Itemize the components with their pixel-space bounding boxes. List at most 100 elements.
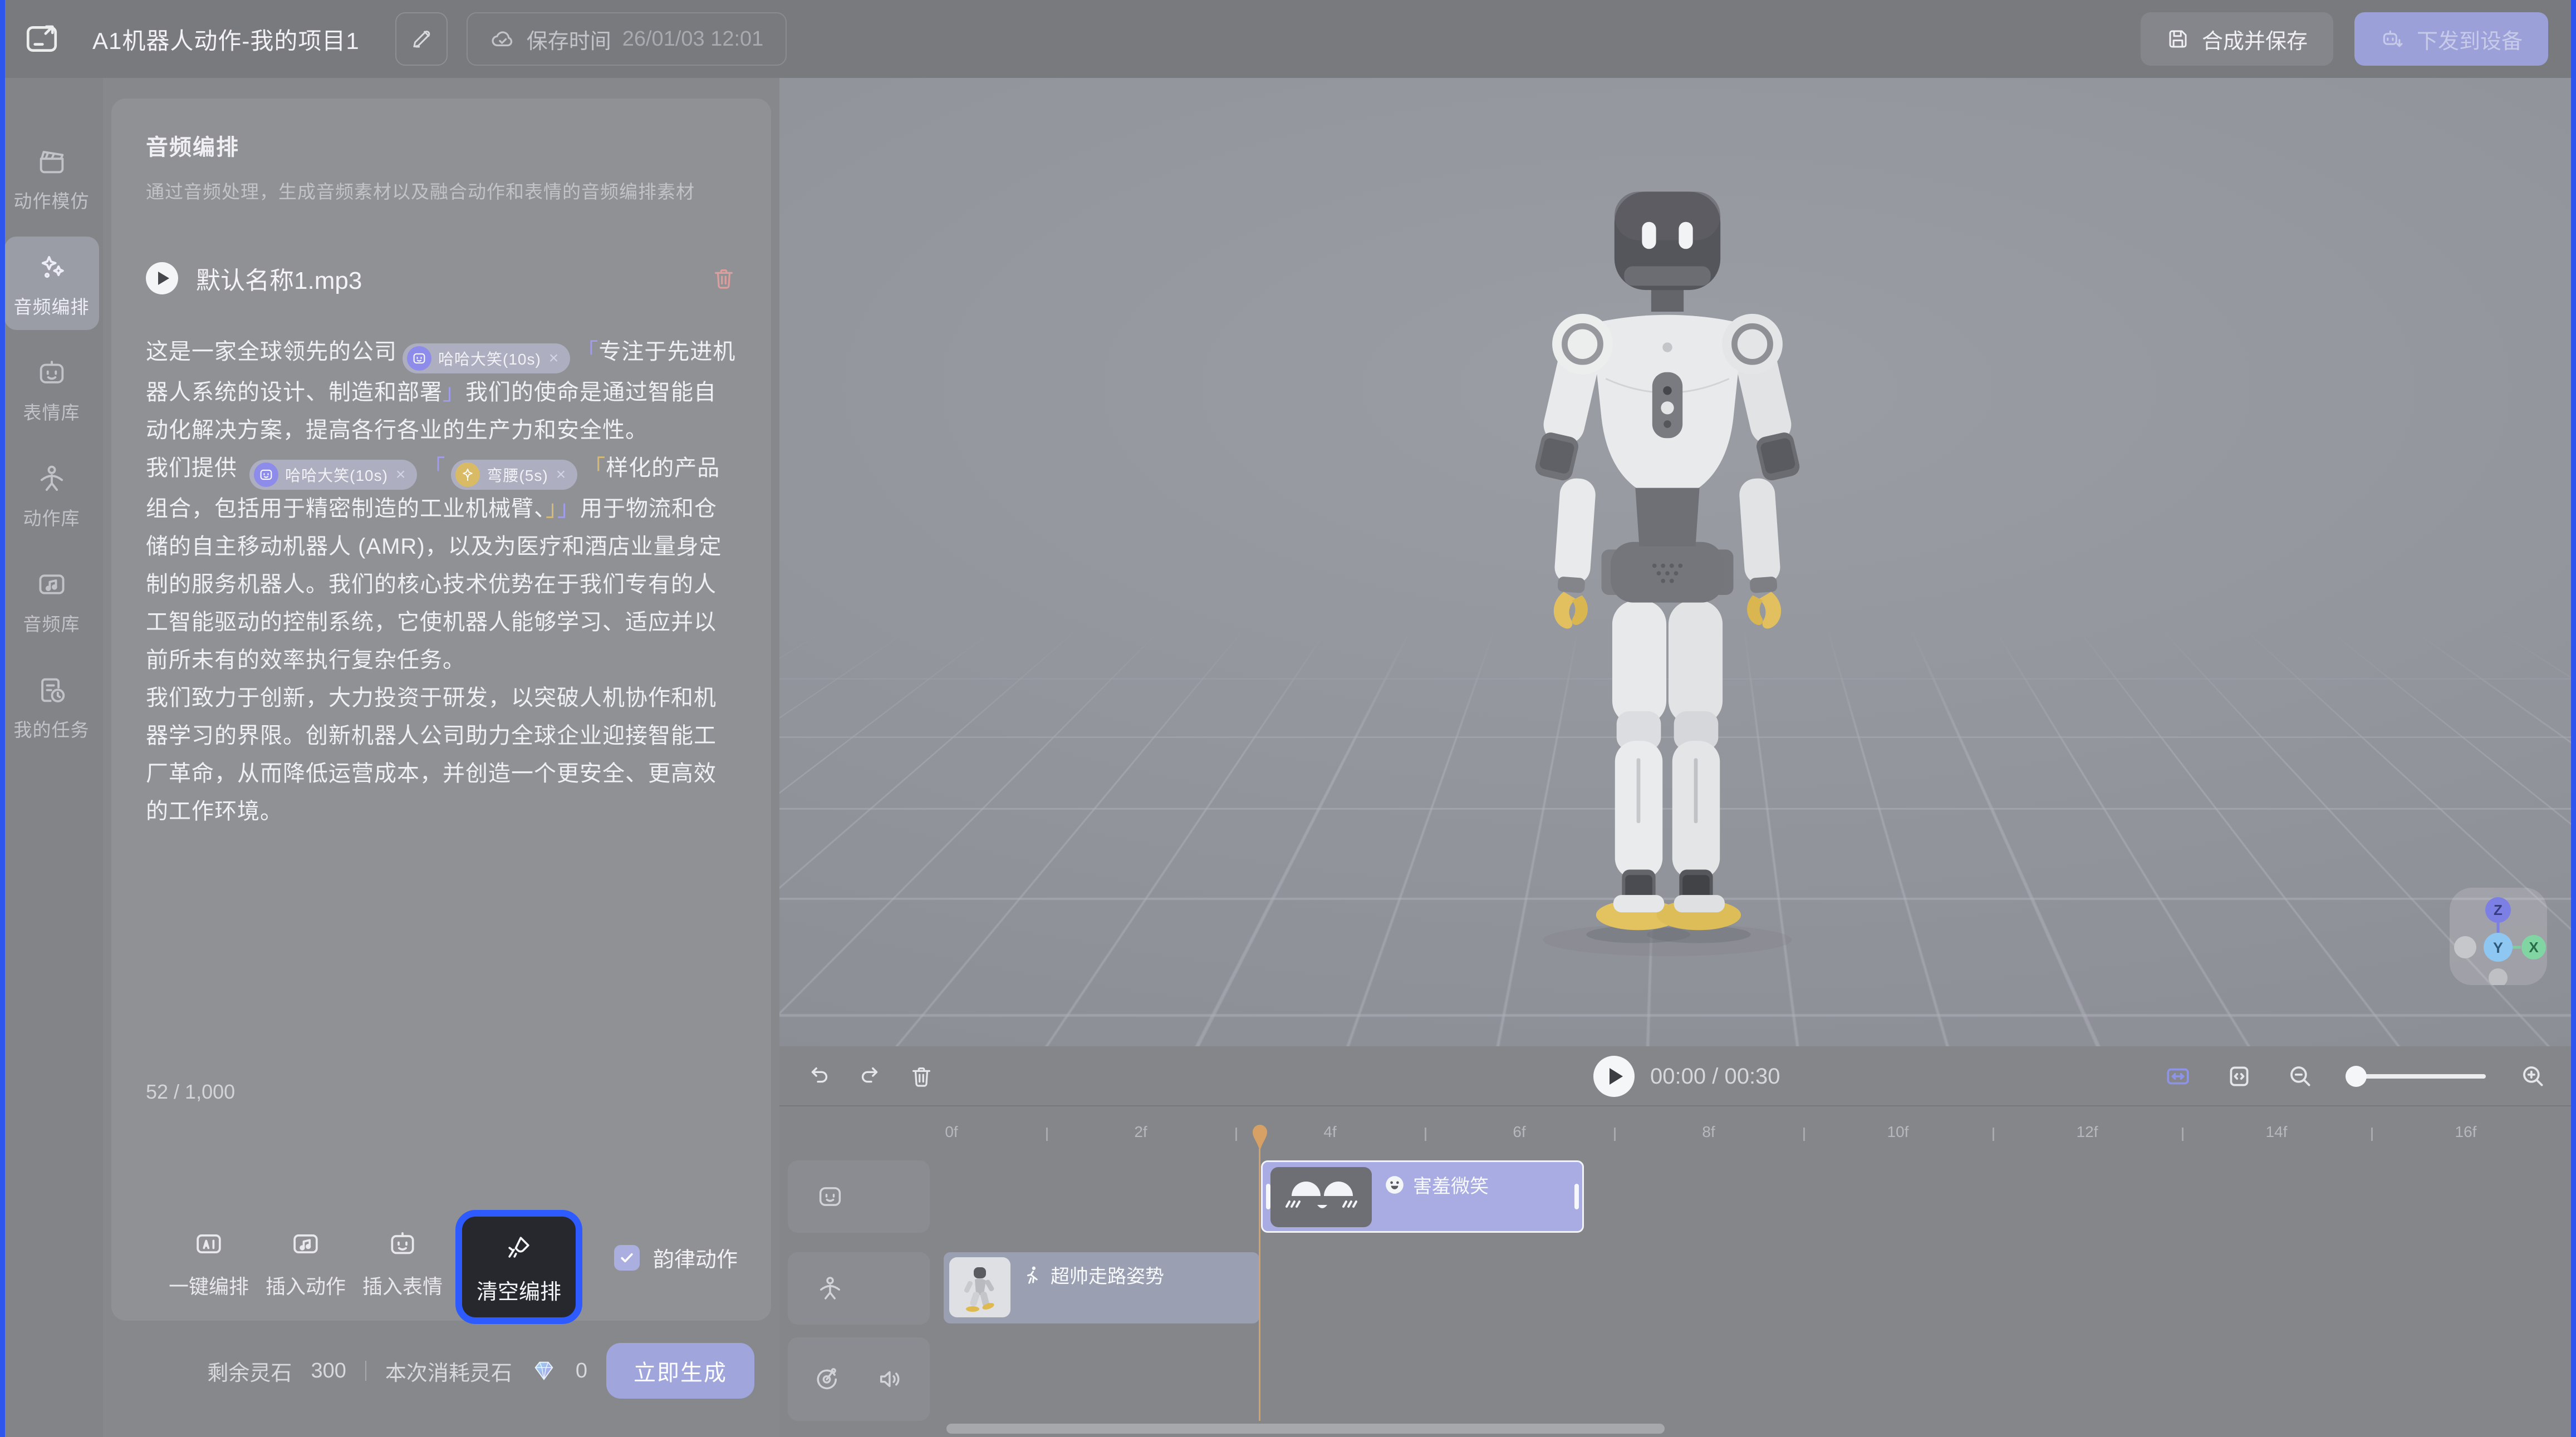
deploy-to-device-label: 下发到设备 [2417, 24, 2523, 55]
expression-clip-title: 害羞微笑 [1384, 1171, 1489, 1198]
audio-file-row: 默认名称1.mp3 [146, 260, 737, 296]
clip-trim-handle-right[interactable] [1574, 1184, 1579, 1209]
app-logo-icon [23, 21, 60, 57]
script-editor[interactable]: 这是一家全球领先的公司哈哈大笑(10s)×「专注于先进机器人系统的设计、制造和部… [146, 333, 737, 830]
timeline-ruler[interactable]: 0f2f4f6f8f10f12f14f16f [779, 1108, 2576, 1155]
humanoid-robot-model[interactable] [1478, 184, 1857, 968]
sparkles-icon [36, 251, 68, 283]
fit-clip-button[interactable] [2225, 1062, 2253, 1090]
redo-button[interactable] [857, 1064, 883, 1089]
svg-text:Y: Y [2493, 939, 2503, 956]
sidebar-item-audio-lib[interactable]: 音频库 [4, 554, 99, 647]
panel-subtitle: 通过音频处理，生成音频素材以及融合动作和表情的音频编排素材 [146, 177, 737, 204]
ruler-label: 6f [1513, 1123, 1525, 1141]
footer-divider [365, 1361, 366, 1381]
insert-expression-label: 插入表情 [362, 1271, 443, 1300]
save-time-label: 保存时间 [527, 24, 611, 55]
sidebar-item-label: 我的任务 [14, 715, 90, 742]
clear-arrangement-button-highlighted[interactable]: 清空编排 [455, 1210, 582, 1324]
sidebar-item-label: 动作库 [23, 504, 80, 530]
deploy-to-device-button[interactable]: 下发到设备 [2354, 12, 2548, 66]
undo-button[interactable] [806, 1064, 832, 1089]
3d-viewport[interactable]: Z Y X [779, 78, 2576, 1046]
play-icon [158, 272, 169, 285]
sidebar-item-motion-mimic[interactable]: 动作模仿 [4, 131, 99, 224]
remove-tag-icon[interactable]: × [549, 349, 560, 368]
delete-clip-button[interactable] [909, 1064, 934, 1089]
script-text: 这是一家全球领先的公司 [146, 339, 397, 364]
orientation-gizmo[interactable]: Z Y X [2450, 888, 2547, 985]
audio-play-button[interactable] [146, 262, 178, 294]
robot-face-icon [387, 1228, 418, 1259]
pencil-icon [410, 27, 433, 51]
capture-frame-right [2571, 0, 2576, 1437]
zoom-slider-knob[interactable] [2346, 1066, 2367, 1087]
star-person-icon [36, 462, 68, 495]
generate-now-button[interactable]: 立即生成 [606, 1343, 754, 1399]
one-click-arrange-button[interactable]: 一键编排 [165, 1228, 253, 1300]
play-icon [1610, 1068, 1623, 1085]
synthesize-save-label: 合成并保存 [2202, 24, 2308, 55]
timeline-horizontal-scrollbar[interactable] [946, 1424, 1665, 1434]
audio-arrange-panel: 音频编排 通过音频处理，生成音频素材以及融合动作和表情的音频编排素材 默认名称1… [111, 99, 771, 1321]
top-bar: A1机器人动作-我的项目1 保存时间 26/01/03 12:01 合成并保存 [0, 0, 2576, 78]
action-tag-icon [455, 462, 480, 487]
tag-quote-mark: 「 [423, 456, 445, 480]
action-clip-title: 超帅走路姿势 [1022, 1261, 1164, 1288]
tag-quote-mark: 「 [576, 339, 598, 364]
ruler-tick [1993, 1128, 1994, 1141]
svg-text:X: X [2529, 939, 2539, 956]
ruler-label: 8f [1702, 1123, 1715, 1141]
expression-clip-thumbnail [1270, 1167, 1372, 1227]
expression-tag-chip[interactable]: 哈哈大笑(10s)× [403, 343, 570, 373]
playhead-marker[interactable] [1252, 1124, 1268, 1152]
remove-tag-icon[interactable]: × [396, 465, 406, 484]
speaker-icon [876, 1365, 905, 1394]
rhythm-motion-toggle[interactable]: 韵律动作 [614, 1242, 738, 1273]
robot-face-icon [36, 357, 68, 389]
sidebar-item-expression-lib[interactable]: 表情库 [4, 342, 99, 436]
expression-clip[interactable]: 害羞微笑 [1261, 1160, 1584, 1233]
action-tag-chip[interactable]: 弯腰(5s) × [451, 460, 577, 490]
rhythm-gauge-icon [812, 1365, 841, 1394]
walking-person-icon [1022, 1264, 1043, 1286]
timeline-play-button[interactable] [1593, 1056, 1635, 1097]
action-clip[interactable]: 超帅走路姿势 [944, 1252, 1259, 1323]
zoom-out-button[interactable] [2286, 1062, 2314, 1090]
time-display: 00:00 / 00:30 [1650, 1064, 1780, 1089]
insert-action-button[interactable]: 插入动作 [262, 1228, 350, 1300]
playhead-line[interactable] [1259, 1149, 1260, 1421]
sidebar-item-action-lib[interactable]: 动作库 [4, 448, 99, 542]
clip-trim-handle-left[interactable] [1266, 1184, 1270, 1209]
expression-tag-chip[interactable]: 哈哈大笑(10s)× [249, 460, 417, 490]
audio-track-header [788, 1337, 930, 1421]
gizmo-neg-x-dot [2454, 936, 2476, 958]
music-box-icon [290, 1228, 321, 1259]
expression-tag-icon [407, 346, 431, 371]
rename-project-button[interactable] [395, 12, 448, 66]
ruler-tick [2182, 1128, 2184, 1141]
cost-stones-label: 本次消耗灵石 [385, 1356, 512, 1386]
checkbox-checked-icon[interactable] [614, 1245, 640, 1271]
ruler-label: 16f [2455, 1123, 2477, 1141]
insert-expression-button[interactable]: 插入表情 [359, 1228, 446, 1300]
remove-tag-icon[interactable]: × [556, 465, 567, 484]
ruler-label: 14f [2266, 1123, 2288, 1141]
sidebar-item-my-tasks[interactable]: 我的任务 [4, 660, 99, 753]
action-track-header [788, 1252, 930, 1325]
fit-timeline-button[interactable] [2164, 1062, 2192, 1090]
sidebar-item-audio-arrange[interactable]: 音频编排 [4, 237, 99, 330]
synthesize-save-button[interactable]: 合成并保存 [2141, 12, 2333, 66]
sidebar-item-label: 表情库 [23, 398, 80, 425]
music-box-icon [36, 568, 68, 601]
svg-text:Z: Z [2494, 902, 2503, 918]
panel-action-row: 一键编排 插入动作 插入表情 [165, 1185, 738, 1300]
cloud-saved-icon [490, 26, 516, 52]
one-click-arrange-label: 一键编排 [169, 1271, 249, 1300]
smiley-icon [1384, 1174, 1405, 1195]
timeline-zoom-slider[interactable] [2348, 1074, 2486, 1079]
delete-audio-button[interactable] [711, 265, 737, 291]
zoom-in-button[interactable] [2519, 1062, 2547, 1090]
tag-label: 弯腰(5s) [487, 464, 548, 486]
timeline-toolbar: 00:00 / 00:30 [779, 1046, 2576, 1106]
